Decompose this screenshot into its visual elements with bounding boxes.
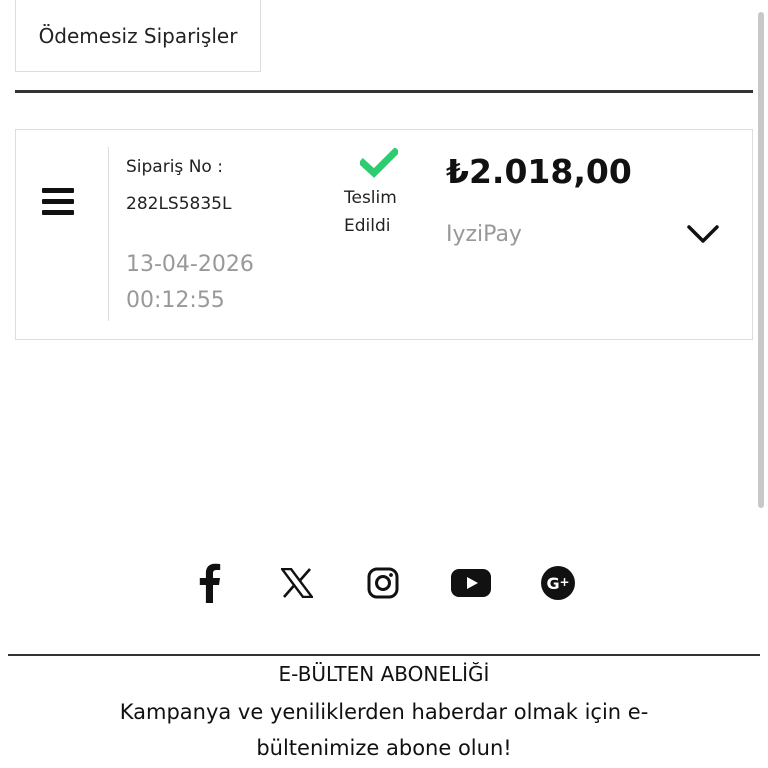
order-status: Teslim Edildi [344,188,397,236]
order-no-value: 282LS5835L [126,194,232,214]
order-card-divider [108,147,109,321]
newsletter-title: E-BÜLTEN ABONELİĞİ [278,662,490,686]
youtube-icon[interactable] [448,560,494,606]
check-icon [360,148,398,178]
x-twitter-icon[interactable] [274,560,320,606]
menu-icon[interactable] [42,188,74,216]
order-price: ₺2.018,00 [446,152,632,191]
tab-unpaid-orders-label: Ödemesiz Siparişler [38,23,238,48]
svg-text:+: + [560,575,570,589]
instagram-icon[interactable] [360,560,406,606]
order-card: Sipariş No : 282LS5835L 13-04-2026 00:12… [15,129,753,340]
footer-divider [8,654,760,656]
order-time: 00:12:55 [126,288,225,313]
scrollbar[interactable] [758,12,764,508]
orders-page: Ödemesiz Siparişler Sipariş No : 282LS58… [0,0,768,768]
tab-divider [15,90,753,93]
order-date: 13-04-2026 [126,252,254,277]
facebook-icon[interactable] [186,560,232,606]
google-plus-icon[interactable]: G + [535,560,581,606]
svg-text:G: G [547,574,560,593]
tab-unpaid-orders[interactable]: Ödemesiz Siparişler [15,0,261,72]
payment-method: IyziPay [446,222,522,247]
newsletter-description: Kampanya ve yeniliklerden haberdar olmak… [119,700,649,760]
order-no-label: Sipariş No : [126,157,223,177]
social-links: G + [0,560,768,606]
chevron-down-icon[interactable] [686,223,720,245]
